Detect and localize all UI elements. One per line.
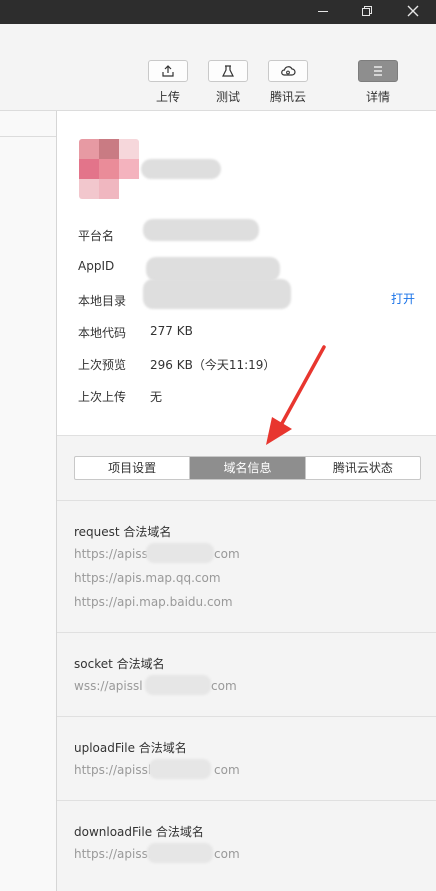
editor-tab-strip: [0, 111, 57, 137]
upload-icon: [162, 65, 174, 77]
url-redacted: [147, 843, 213, 863]
socket-url-suffix: com: [211, 679, 237, 693]
test-tool[interactable]: 测试: [204, 60, 252, 105]
upload-url-suffix: com: [214, 763, 240, 777]
restore-icon: [362, 6, 372, 16]
request-url-1-suffix: com: [214, 547, 240, 561]
app-avatar: [79, 139, 139, 199]
request-domain-title: request 合法域名: [74, 525, 172, 539]
local-code-label: 本地代码: [78, 326, 127, 340]
detail-button[interactable]: [358, 60, 398, 82]
platform-value-redacted: [143, 219, 259, 241]
toolbar: 上传 测试 腾讯云 详情: [0, 24, 436, 111]
request-url-2: https://apis.map.qq.com: [74, 571, 221, 585]
appid-value-redacted: [146, 257, 280, 281]
platform-label: 平台名: [78, 229, 115, 243]
open-dir-link[interactable]: 打开: [391, 290, 415, 307]
detail-tabs: 项目设置 域名信息 腾讯云状态: [74, 456, 421, 480]
url-redacted: [145, 675, 211, 695]
cloud-tool[interactable]: 腾讯云: [264, 60, 312, 105]
last-preview-value: 296 KB（今天11:19）: [150, 358, 276, 372]
divider: [57, 500, 436, 501]
download-domain-title: downloadFile 合法域名: [74, 825, 204, 839]
url-redacted: [146, 543, 214, 563]
flask-icon: [222, 65, 234, 77]
test-label: 测试: [215, 90, 240, 104]
last-upload-value: 无: [150, 390, 163, 404]
local-dir-value-redacted: [143, 279, 291, 309]
download-url: https://apissl: [74, 847, 152, 861]
divider: [57, 632, 436, 633]
request-url-3: https://api.map.baidu.com: [74, 595, 233, 609]
divider: [57, 800, 436, 801]
detail-tool[interactable]: 详情: [354, 60, 402, 105]
detail-panel: 平台名 AppID 本地目录 打开 本地代码 277 KB 上次预览 296 K…: [57, 111, 436, 891]
request-url-1: https://apissl: [74, 547, 152, 561]
local-dir-label: 本地目录: [78, 294, 127, 308]
minimize-icon: [318, 10, 328, 12]
test-button[interactable]: [208, 60, 248, 82]
maximize-button[interactable]: [352, 0, 382, 24]
upload-domain-title: uploadFile 合法域名: [74, 741, 187, 755]
socket-domain-title: socket 合法域名: [74, 657, 165, 671]
detail-label: 详情: [365, 90, 390, 104]
minimize-button[interactable]: [308, 0, 338, 24]
upload-tool[interactable]: 上传: [144, 60, 192, 105]
editor-pane: [0, 111, 57, 891]
tab-domain-info[interactable]: 域名信息: [190, 457, 306, 479]
tab-project-settings[interactable]: 项目设置: [75, 457, 191, 479]
url-redacted: [149, 759, 211, 779]
close-button[interactable]: [398, 0, 428, 24]
annotation-arrow: [266, 345, 326, 445]
cloud-button[interactable]: [268, 60, 308, 82]
upload-button[interactable]: [148, 60, 188, 82]
upload-label: 上传: [155, 90, 180, 104]
appid-label: AppID: [78, 259, 115, 273]
close-icon: [407, 5, 419, 17]
socket-url: wss://apissl: [74, 679, 143, 693]
download-url-suffix: com: [214, 847, 240, 861]
last-preview-label: 上次预览: [78, 358, 127, 372]
tab-cloud-status[interactable]: 腾讯云状态: [306, 457, 420, 479]
window-titlebar: [0, 0, 436, 24]
cloud-icon: [281, 66, 296, 76]
cloud-label: 腾讯云: [269, 90, 306, 104]
divider: [57, 716, 436, 717]
upload-url: https://apissl: [74, 763, 152, 777]
menu-icon: [374, 66, 382, 76]
local-code-value: 277 KB: [150, 324, 193, 338]
app-name-redacted: [141, 159, 221, 179]
last-upload-label: 上次上传: [78, 390, 127, 404]
